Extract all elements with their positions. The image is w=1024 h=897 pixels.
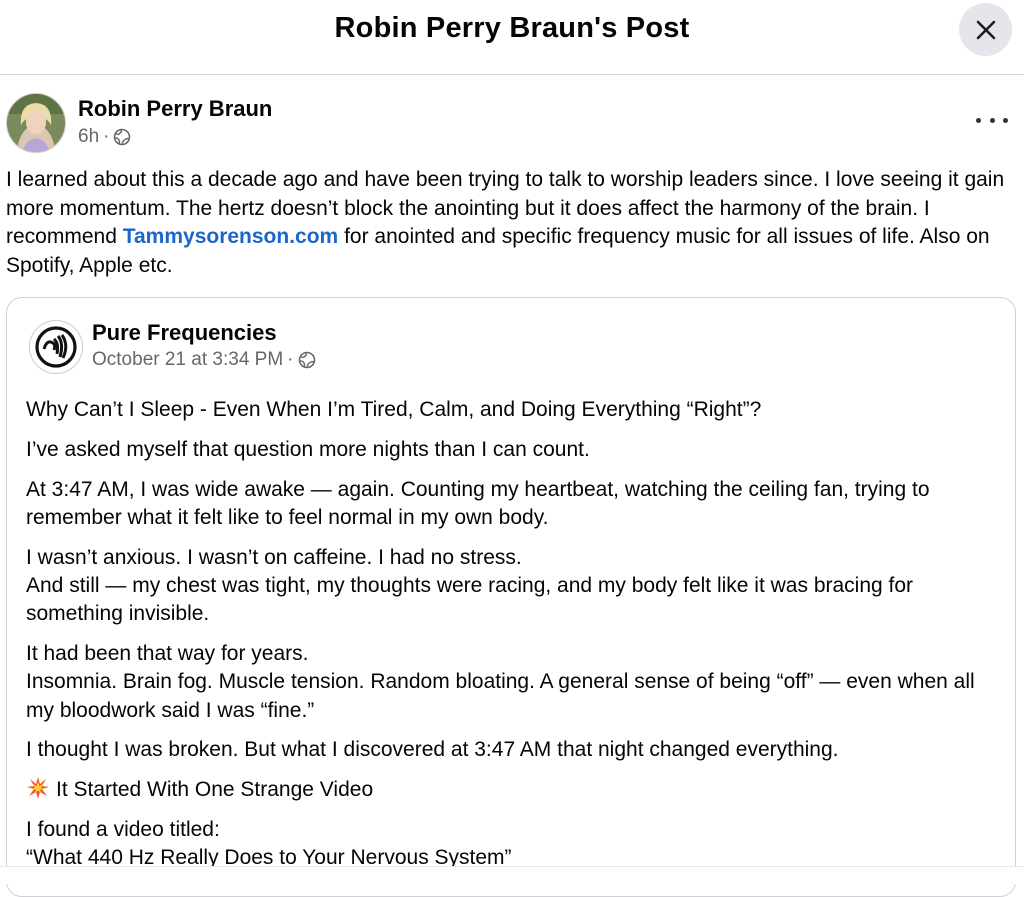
post-header: Robin Perry Braun 6h · [0,90,1024,156]
close-icon [976,20,995,39]
tammysorenson-link[interactable]: Tammysorenson.com [123,225,339,248]
paragraph-group: It had been that way for years. Insomnia… [26,640,1001,725]
paragraph-line: I wasn’t anxious. I wasn’t on caffeine. … [26,545,522,569]
shared-post-meta: October 21 at 3:34 PM · [92,349,316,371]
paragraph-line: Insomnia. Brain fog. Muscle tension. Ran… [26,670,975,722]
section-heading: It Started With One Strange Video [26,776,1001,804]
page-avatar[interactable] [29,320,83,374]
page-name[interactable]: Pure Frequencies [92,320,277,346]
author-avatar[interactable] [6,93,66,153]
shared-post-body: Why Can’t I Sleep - Even When I’m Tired,… [26,396,1001,884]
sound-wave-logo-icon [35,326,77,368]
bottom-edge [0,866,1024,884]
paragraph-group: I found a video titled: “What 440 Hz Rea… [26,816,1001,873]
collision-emoji-icon [27,777,49,800]
meta-separator: · [103,126,110,147]
more-options-button[interactable] [976,110,1008,130]
paragraph-line: And still — my chest was tight, my thoug… [26,573,914,626]
paragraph-group: I wasn’t anxious. I wasn’t on caffeine. … [26,544,1001,629]
paragraph-line: I found a video titled: [26,818,220,842]
paragraph: At 3:47 AM, I was wide awake — again. Co… [26,477,930,529]
author-name[interactable]: Robin Perry Braun [78,96,272,122]
post-meta: 6h · [78,126,131,148]
globe-icon [114,128,131,146]
shared-post-card[interactable]: Pure Frequencies October 21 at 3:34 PM ·… [6,297,1016,897]
post-modal-header: Robin Perry Braun's Post [0,0,1024,75]
paragraph: I thought I was broken. But what I disco… [26,738,839,762]
more-options-icon [976,117,981,123]
modal-title: Robin Perry Braun's Post [334,12,690,44]
meta-separator: · [287,349,294,370]
close-button[interactable] [959,3,1012,56]
paragraph: I’ve asked myself that question more nig… [26,437,590,461]
section-heading-text: It Started With One Strange Video [56,778,374,802]
shared-post-date[interactable]: October 21 at 3:34 PM [92,349,283,371]
globe-icon [298,351,315,369]
post-time[interactable]: 6h [78,126,99,148]
paragraph: Why Can’t I Sleep - Even When I’m Tired,… [26,398,762,421]
paragraph-line: It had been that way for years. [26,642,309,666]
post-text: I learned about this a decade ago and ha… [6,166,1011,281]
